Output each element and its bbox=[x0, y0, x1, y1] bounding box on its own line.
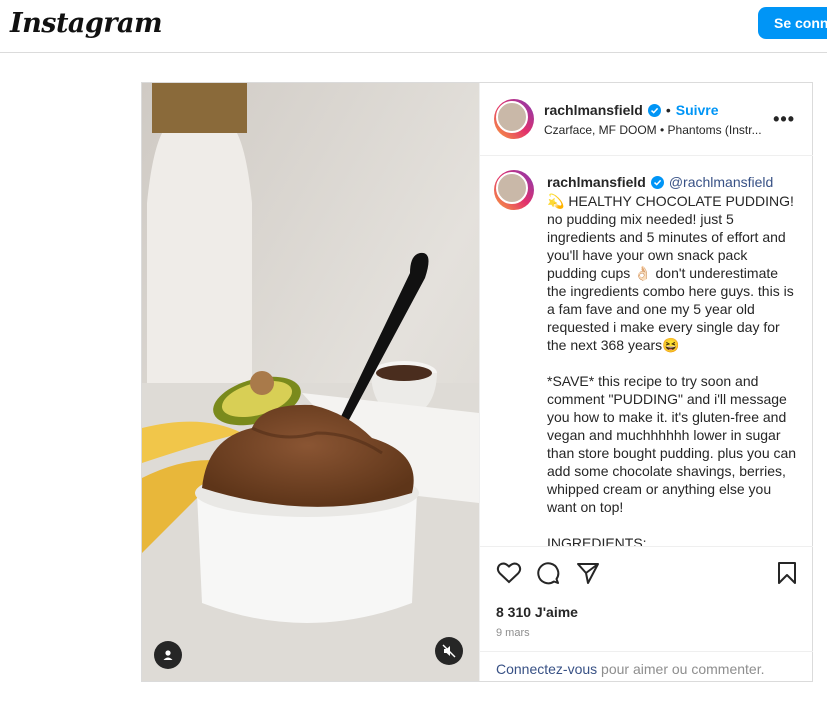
separator-dot: • bbox=[665, 102, 671, 118]
avatar[interactable] bbox=[494, 99, 534, 139]
caption-avatar[interactable] bbox=[494, 170, 534, 210]
muted-speaker-icon bbox=[442, 644, 456, 658]
likes-count[interactable]: 8 310 J'aime bbox=[496, 604, 578, 620]
verified-badge-icon bbox=[650, 175, 664, 189]
verified-badge-icon bbox=[647, 103, 661, 117]
login-button[interactable]: Se connecter bbox=[758, 7, 827, 39]
login-prompt-text: pour aimer ou commenter. bbox=[597, 661, 765, 677]
caption-text: 💫 HEALTHY CHOCOLATE PUDDING! no pudding … bbox=[547, 193, 797, 546]
post-card: rachlmansfield • Suivre Czarface, MF DOO… bbox=[141, 82, 813, 682]
instagram-logo[interactable]: Instagram bbox=[10, 8, 163, 39]
video-frame bbox=[142, 83, 479, 681]
author-username[interactable]: rachlmansfield bbox=[544, 102, 643, 118]
post-header: rachlmansfield • Suivre Czarface, MF DOO… bbox=[480, 83, 813, 156]
caption-mention-link[interactable]: @rachlmansfield bbox=[669, 174, 773, 190]
login-prompt: Connectez-vous pour aimer ou commenter. bbox=[480, 651, 813, 682]
top-bar: Instagram Se connecter bbox=[0, 0, 827, 53]
post-sidebar: rachlmansfield • Suivre Czarface, MF DOO… bbox=[479, 83, 813, 681]
audio-track[interactable]: Czarface, MF DOOM • Phantoms (Instr... bbox=[544, 123, 764, 137]
login-link[interactable]: Connectez-vous bbox=[496, 661, 597, 677]
caption-author: rachlmansfield @rachlmansfield bbox=[547, 174, 773, 190]
author-line: rachlmansfield • Suivre bbox=[544, 102, 719, 118]
tagged-user-button[interactable] bbox=[154, 641, 182, 669]
post-date[interactable]: 9 mars bbox=[496, 627, 530, 639]
follow-button[interactable]: Suivre bbox=[676, 102, 719, 118]
comment-icon[interactable] bbox=[536, 561, 560, 585]
mute-button[interactable] bbox=[435, 637, 463, 665]
caption-username[interactable]: rachlmansfield bbox=[547, 174, 646, 190]
user-icon bbox=[163, 650, 173, 660]
more-options-button[interactable]: ••• bbox=[773, 109, 795, 130]
heart-icon[interactable] bbox=[496, 561, 522, 585]
post-actions: 8 310 J'aime 9 mars Connectez-vous pour … bbox=[480, 546, 813, 682]
caption-section: rachlmansfield @rachlmansfield 💫 HEALTHY… bbox=[480, 156, 813, 546]
bookmark-icon[interactable] bbox=[777, 561, 797, 585]
post-video[interactable] bbox=[142, 83, 479, 681]
share-icon[interactable] bbox=[576, 561, 600, 585]
